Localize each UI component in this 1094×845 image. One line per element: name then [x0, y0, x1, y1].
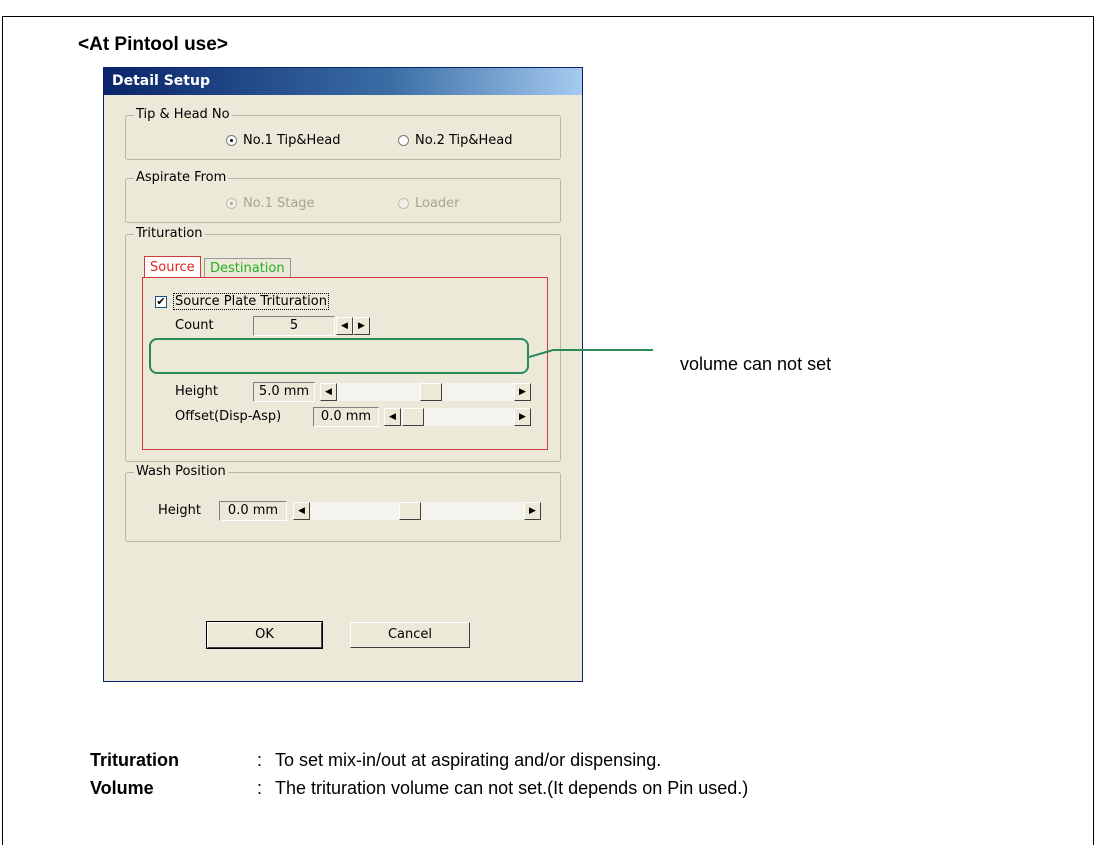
radio-unselected-icon — [398, 198, 409, 209]
ok-button[interactable]: OK — [206, 621, 323, 649]
count-field[interactable]: 5 — [253, 316, 335, 336]
desc-term-trituration: Trituration — [90, 750, 179, 770]
checkmark-icon: ✔ — [155, 294, 167, 308]
count-label: Count — [175, 318, 214, 333]
radio-label: No.1 Stage — [243, 196, 315, 211]
offset-field[interactable]: 0.0 mm — [313, 407, 379, 427]
tip-head-group: Tip & Head No No.1 Tip&Head No.2 Tip&Hea… — [125, 107, 561, 160]
radio-no1-stage: No.1 Stage — [226, 196, 315, 211]
scroll-left-icon[interactable]: ◀ — [320, 383, 337, 401]
height-field[interactable]: 5.0 mm — [253, 382, 315, 402]
radio-label: Loader — [415, 196, 460, 211]
scroll-right-icon[interactable]: ▶ — [524, 502, 541, 520]
radio-label: No.1 Tip&Head — [243, 133, 341, 148]
wash-height-field[interactable]: 0.0 mm — [219, 501, 287, 521]
dialog-title[interactable]: Detail Setup — [104, 68, 582, 95]
trituration-legend: Trituration — [134, 226, 205, 241]
wash-height-slider[interactable]: ◀ ▶ — [293, 502, 541, 520]
tip-head-legend: Tip & Head No — [134, 107, 232, 122]
scroll-left-icon[interactable]: ◀ — [293, 502, 310, 520]
offset-label: Offset(Disp-Asp) — [175, 409, 282, 424]
aspirate-from-group: Aspirate From No.1 Stage Loader — [125, 170, 561, 223]
desc-text-volume: The trituration volume can not set.(It d… — [275, 778, 749, 798]
tab-destination[interactable]: Destination — [204, 258, 291, 278]
wash-position-group: Wash Position Height 0.0 mm ◀ ▶ — [125, 464, 561, 542]
desc-sep-volume: : — [257, 778, 263, 798]
desc-term-volume: Volume — [90, 778, 154, 798]
scroll-left-icon[interactable]: ◀ — [384, 408, 401, 426]
callout-leader-line — [529, 349, 653, 358]
radio-loader: Loader — [398, 196, 460, 211]
count-decrement-button[interactable]: ◀ — [336, 317, 353, 335]
slider-thumb[interactable] — [399, 502, 421, 520]
radio-no2-tip-head[interactable]: No.2 Tip&Head — [398, 133, 513, 148]
source-plate-trituration-checkbox[interactable]: ✔ Source Plate Trituration — [155, 293, 329, 310]
radio-unselected-icon — [398, 135, 409, 146]
radio-label: No.2 Tip&Head — [415, 133, 513, 148]
page-heading: <At Pintool use> — [78, 34, 228, 55]
radio-no1-tip-head[interactable]: No.1 Tip&Head — [226, 133, 341, 148]
desc-text-trituration: To set mix-in/out at aspirating and/or d… — [275, 750, 662, 770]
scroll-right-icon[interactable]: ▶ — [514, 408, 531, 426]
slider-thumb[interactable] — [402, 408, 424, 426]
offset-slider[interactable]: ◀ ▶ — [384, 408, 531, 426]
wash-position-legend: Wash Position — [134, 464, 228, 479]
volume-note: volume can not set — [680, 354, 832, 374]
slider-thumb[interactable] — [420, 383, 442, 401]
checkbox-label: Source Plate Trituration — [173, 293, 329, 310]
wash-height-label: Height — [158, 503, 201, 518]
aspirate-from-legend: Aspirate From — [134, 170, 229, 185]
radio-selected-icon — [226, 198, 237, 209]
radio-selected-icon — [226, 135, 237, 146]
desc-sep-trituration: : — [257, 750, 263, 770]
height-label: Height — [175, 384, 218, 399]
cancel-button[interactable]: Cancel — [350, 622, 470, 648]
detail-setup-dialog: Detail Setup Tip & Head No No.1 Tip&Head… — [103, 67, 583, 682]
scroll-right-icon[interactable]: ▶ — [514, 383, 531, 401]
height-slider[interactable]: ◀ ▶ — [320, 383, 531, 401]
tab-source[interactable]: Source — [144, 256, 201, 278]
volume-highlight-box — [149, 338, 529, 374]
count-increment-button[interactable]: ▶ — [353, 317, 370, 335]
